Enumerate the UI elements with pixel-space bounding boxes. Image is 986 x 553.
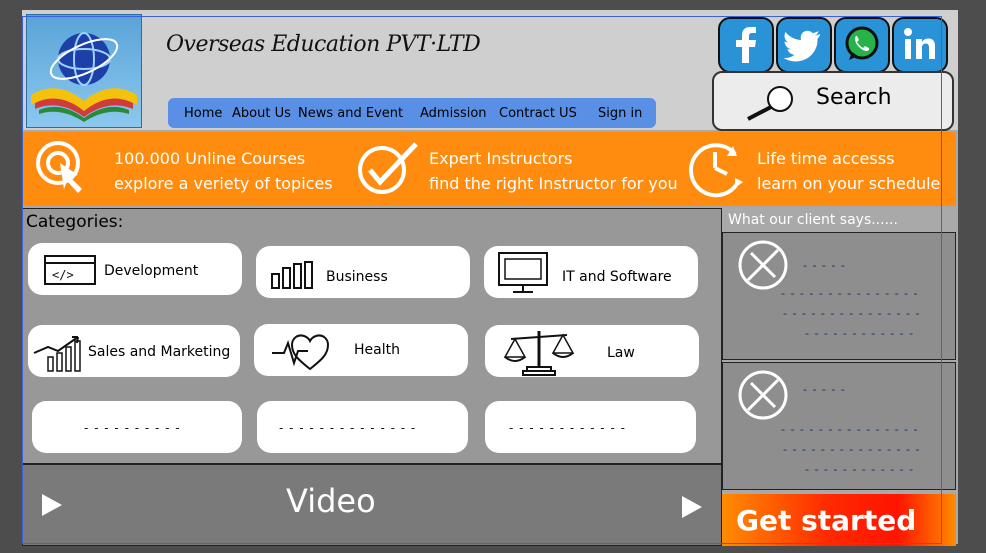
testimonial-line: - - - - - - - - - - - - - - - xyxy=(781,423,919,436)
category-health[interactable]: Health xyxy=(254,324,468,376)
testimonial-line: - - - - - - - - - - - - - - - xyxy=(783,443,921,456)
category-placeholder[interactable]: - - - - - - - - - - - - xyxy=(485,401,696,453)
get-started-label: Get started xyxy=(736,504,917,537)
play-prev-icon[interactable] xyxy=(40,492,64,518)
growth-chart-icon xyxy=(33,336,81,372)
nav-news-and-event[interactable]: News and Event xyxy=(298,106,403,121)
testimonial-card: - - - - - - - - - - - - - - - - - - - - … xyxy=(722,362,956,490)
bar-chart-icon xyxy=(271,261,313,289)
heart-pulse-icon xyxy=(272,334,330,371)
category-label: Business xyxy=(326,269,388,285)
testimonial-line: - - - - - - - - - - - - - - - xyxy=(781,287,919,300)
category-label: IT and Software xyxy=(562,269,672,285)
logo[interactable] xyxy=(26,14,142,128)
testimonials-title: What our client says...... xyxy=(728,212,898,228)
category-business[interactable]: Business xyxy=(256,246,470,298)
categories-title: Categories: xyxy=(26,212,124,232)
category-law[interactable]: Law xyxy=(485,325,699,377)
twitter-icon xyxy=(783,30,820,62)
svg-text:</>: </> xyxy=(52,268,74,282)
testimonial-name: - - - - - xyxy=(803,259,846,272)
category-label: Health xyxy=(354,342,400,358)
feature-courses-subtitle: explore a veriety of topices xyxy=(114,174,333,193)
feature-lifetime: Life time accesss learn on your schedule xyxy=(757,146,940,196)
category-sales-marketing[interactable]: Sales and Marketing xyxy=(28,325,240,377)
search-button[interactable]: Search xyxy=(712,71,954,131)
get-started-button[interactable]: Get started xyxy=(722,494,956,546)
clock-icon xyxy=(688,143,743,198)
feature-courses-title: 100.000 Unline Courses xyxy=(114,149,306,168)
avatar-placeholder-icon xyxy=(738,240,788,290)
code-window-icon: </> xyxy=(44,255,96,285)
search-label: Search xyxy=(816,85,892,110)
testimonial-card: - - - - - - - - - - - - - - - - - - - - … xyxy=(722,232,956,360)
feature-instructors-title: Expert Instructors xyxy=(429,149,573,168)
whatsapp-button[interactable] xyxy=(834,17,890,73)
placeholder-text: - - - - - - - - - - xyxy=(84,421,181,435)
monitor-icon xyxy=(498,252,548,293)
globe-book-logo xyxy=(31,32,137,122)
twitter-button[interactable] xyxy=(776,17,832,73)
feature-courses: 100.000 Unline Courses explore a veriety… xyxy=(114,146,333,196)
category-it-software[interactable]: IT and Software xyxy=(484,246,698,298)
testimonial-line: - - - - - - - - - - - - xyxy=(805,463,915,476)
scales-icon xyxy=(503,331,575,376)
nav-home[interactable]: Home xyxy=(184,106,222,121)
video-label: Video xyxy=(286,482,376,520)
feature-instructors-subtitle: find the right Instructor for you xyxy=(429,174,678,193)
main-nav: Home About Us News and Event Admission C… xyxy=(168,98,656,128)
cursor-target-icon xyxy=(36,141,82,193)
checkmark-icon xyxy=(358,142,418,194)
category-placeholder[interactable]: - - - - - - - - - - xyxy=(32,401,242,453)
play-next-icon[interactable] xyxy=(680,494,704,520)
feature-lifetime-title: Life time accesss xyxy=(757,149,895,168)
linkedin-icon xyxy=(904,28,935,59)
avatar-placeholder-icon xyxy=(738,370,788,420)
whatsapp-icon xyxy=(845,26,879,60)
testimonial-line: - - - - - - - - - - - - xyxy=(805,327,915,340)
testimonial-name: - - - - - xyxy=(803,383,846,396)
facebook-icon xyxy=(736,27,756,63)
facebook-button[interactable] xyxy=(718,17,774,73)
magnifier-icon xyxy=(747,86,793,121)
nav-about-us[interactable]: About Us xyxy=(232,106,291,121)
feature-instructors: Expert Instructors find the right Instru… xyxy=(429,146,678,196)
category-placeholder[interactable]: - - - - - - - - - - - - - - xyxy=(257,401,468,453)
category-label: Sales and Marketing xyxy=(88,344,231,360)
linkedin-button[interactable] xyxy=(892,17,948,73)
testimonial-line: - - - - - - - - - - - - - - - xyxy=(783,307,921,320)
category-development[interactable]: </> Development xyxy=(28,243,242,295)
nav-admission[interactable]: Admission xyxy=(420,106,487,121)
feature-lifetime-subtitle: learn on your schedule xyxy=(757,174,941,193)
category-label: Development xyxy=(104,263,199,279)
category-label: Law xyxy=(607,345,635,361)
nav-sign-in[interactable]: Sign in xyxy=(598,106,642,121)
placeholder-text: - - - - - - - - - - - - xyxy=(509,421,626,435)
placeholder-text: - - - - - - - - - - - - - - xyxy=(279,421,417,435)
nav-contract-us[interactable]: Contract US xyxy=(499,106,577,121)
brand-title: Overseas Education PVT·LTD xyxy=(166,32,481,57)
